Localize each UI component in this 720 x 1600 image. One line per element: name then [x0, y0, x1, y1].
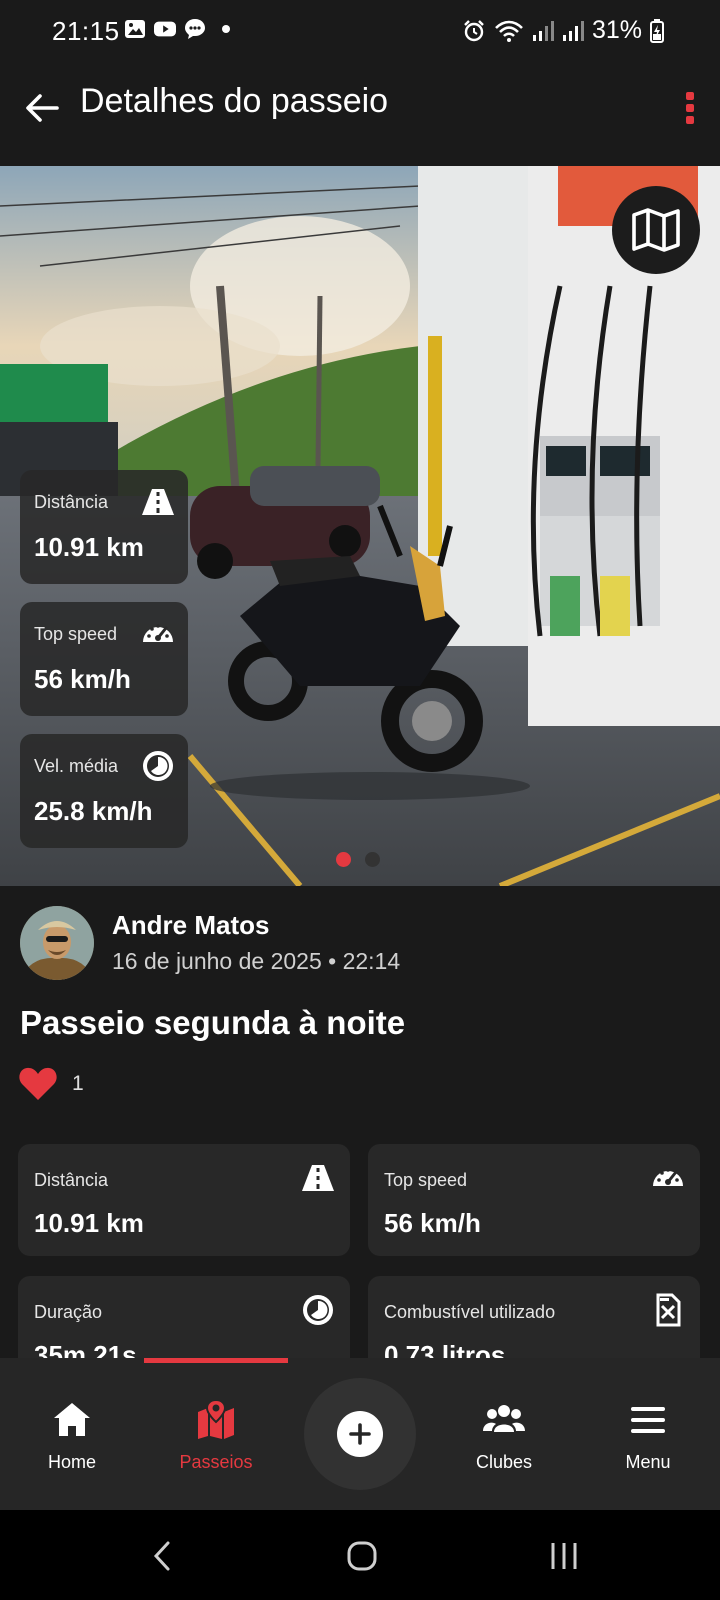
battery-charging-icon — [650, 18, 664, 43]
road-icon — [142, 489, 174, 515]
map-button[interactable] — [612, 186, 700, 274]
recents-icon — [551, 1543, 577, 1569]
more-notifications-dot — [222, 25, 230, 33]
status-time: 21:15 — [52, 16, 120, 46]
stat-label: Distância — [34, 1170, 109, 1190]
map-pin-icon — [198, 1398, 234, 1439]
system-recents-button[interactable] — [544, 1536, 584, 1576]
author-row[interactable]: Andre Matos 16 de junho de 2025 • 22:14 — [0, 886, 720, 1006]
timer-icon — [303, 1295, 333, 1325]
ride-photo-carousel[interactable]: Distância 10.91 km Top speed 56 km/h Vel… — [0, 166, 720, 886]
overlay-stat-avg-speed: Vel. média 25.8 km/h — [20, 734, 188, 848]
road-icon — [302, 1165, 334, 1191]
nav-home-label: Home — [47, 1452, 96, 1472]
heart-icon[interactable] — [18, 1066, 58, 1102]
map-icon — [632, 208, 680, 252]
overlay-stat-label: Top speed — [34, 624, 118, 644]
avatar-image — [20, 906, 94, 980]
app-bar: Detalhes do passeio — [0, 62, 720, 166]
likes-row: 1 — [18, 1066, 84, 1102]
overlay-stat-distance: Distância 10.91 km — [20, 470, 188, 584]
page-title: Detalhes do passeio — [80, 82, 389, 120]
carousel-indicator — [336, 852, 380, 867]
ride-title: Passeio segunda à noite — [20, 1004, 406, 1041]
nav-home[interactable]: Home — [12, 1398, 132, 1473]
gallery-icon — [125, 20, 145, 38]
signal-icon — [562, 20, 584, 41]
overlay-stat-value: 56 km/h — [34, 664, 131, 694]
kebab-icon[interactable] — [680, 88, 700, 128]
message-icon — [185, 19, 205, 39]
overlay-stat-label: Vel. média — [34, 756, 119, 776]
stat-card-top-speed: Top speed 56 km/h — [368, 1144, 700, 1256]
overlay-stat-top-speed: Top speed 56 km/h — [20, 602, 188, 716]
carousel-dot[interactable] — [365, 852, 380, 867]
stat-value: 56 km/h — [384, 1208, 481, 1238]
overlay-stat-value: 10.91 km — [34, 532, 144, 562]
overlay-stat-value: 25.8 km/h — [34, 796, 153, 826]
nav-passeios-label: Passeios — [179, 1452, 253, 1472]
timer-icon — [143, 751, 173, 781]
speedometer-icon — [653, 1168, 683, 1186]
ride-date: 16 de junho de 2025 • 22:14 — [112, 948, 401, 974]
chevron-left-icon — [153, 1541, 170, 1571]
add-ride-button[interactable] — [304, 1378, 416, 1490]
nav-menu[interactable]: Menu — [588, 1398, 708, 1473]
stat-value: 10.91 km — [34, 1208, 144, 1238]
carousel-dot-active[interactable] — [336, 852, 351, 867]
loading-indicator — [144, 1358, 288, 1363]
speedometer-icon — [143, 624, 173, 642]
notification-icons — [124, 18, 230, 40]
author-name[interactable]: Andre Matos — [112, 910, 269, 941]
stat-label: Duração — [34, 1302, 103, 1322]
nav-passeios[interactable]: Passeios — [156, 1398, 276, 1473]
nav-clubes[interactable]: Clubes — [444, 1398, 564, 1473]
youtube-icon — [154, 21, 176, 37]
overlay-stat-label: Distância — [34, 492, 109, 512]
stat-label: Top speed — [384, 1170, 468, 1190]
fab-circle — [337, 1411, 383, 1457]
avatar[interactable] — [20, 906, 94, 980]
arrow-left-icon — [26, 94, 59, 122]
system-status-icons: 31% — [462, 16, 664, 45]
group-icon — [483, 1405, 525, 1432]
stat-card-distance: Distância 10.91 km — [18, 1144, 350, 1256]
plus-icon — [349, 1423, 371, 1445]
signal-icon — [532, 20, 554, 41]
stat-label: Combustível utilizado — [384, 1302, 556, 1322]
back-button[interactable] — [20, 86, 64, 130]
alarm-icon — [464, 19, 484, 41]
home-outline-icon — [347, 1541, 377, 1571]
battery-percent: 31% — [591, 16, 642, 44]
wifi-icon — [495, 20, 523, 42]
nav-menu-label: Menu — [625, 1452, 671, 1472]
hamburger-icon — [631, 1407, 665, 1433]
system-home-button[interactable] — [342, 1536, 382, 1576]
likes-count: 1 — [72, 1072, 84, 1095]
bottom-navigation: Home Passeios Clubes Menu — [0, 1358, 720, 1510]
fuel-can-icon — [656, 1293, 681, 1327]
nav-clubes-label: Clubes — [475, 1452, 533, 1472]
system-navigation-bar — [0, 1510, 720, 1600]
status-bar: 21:15 31% — [0, 0, 720, 62]
system-back-button[interactable] — [142, 1536, 182, 1576]
home-icon — [54, 1403, 90, 1436]
